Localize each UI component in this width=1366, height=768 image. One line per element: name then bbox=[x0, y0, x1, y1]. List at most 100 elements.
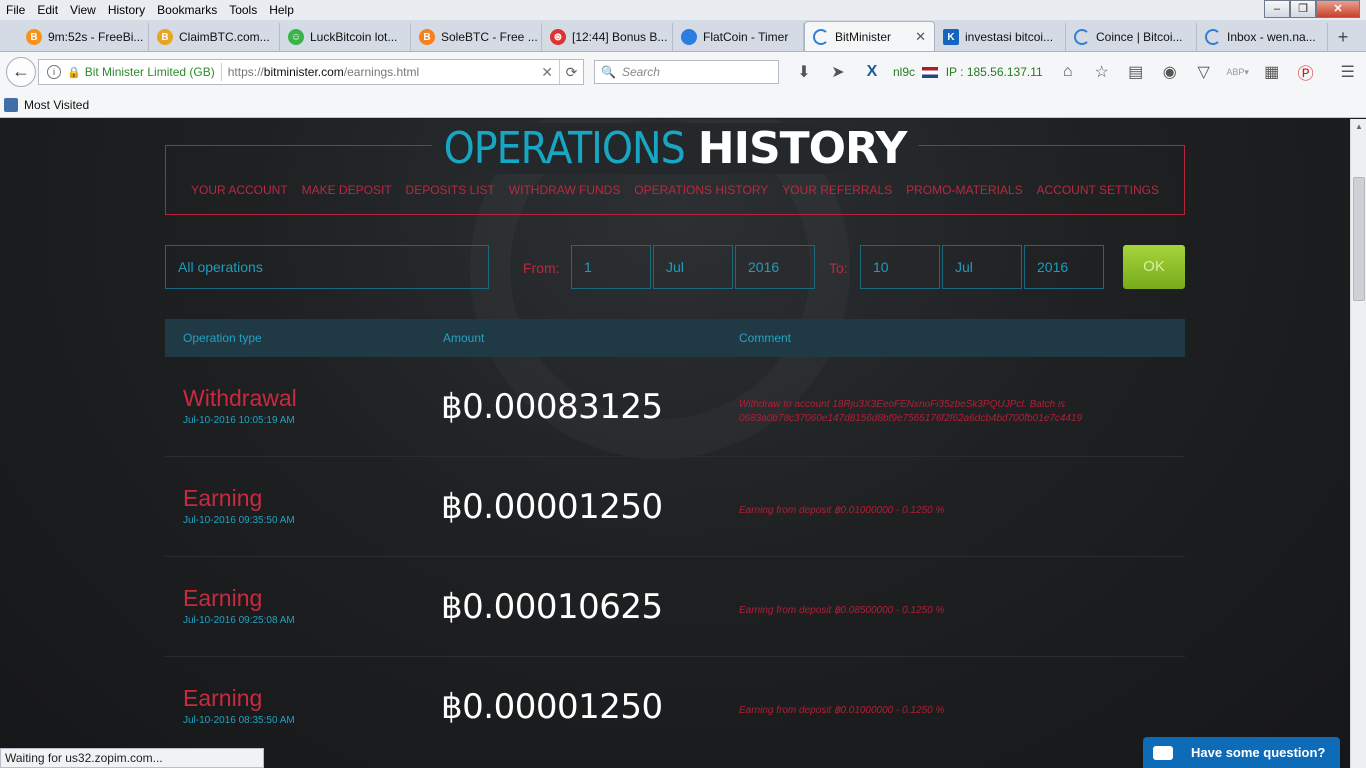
tab-bar: B 9m:52s - FreeBi... B ClaimBTC.com... ☺… bbox=[0, 20, 1366, 52]
chat-widget[interactable]: Have some question? bbox=[1143, 737, 1340, 768]
info-icon[interactable]: i bbox=[47, 65, 61, 79]
from-label: From: bbox=[523, 260, 560, 276]
tab-label: LuckBitcoin lot... bbox=[310, 30, 398, 44]
tab-label: Inbox - wen.na... bbox=[1227, 30, 1316, 44]
operation-comment: Earning from deposit ฿0.08500000 - 0.125… bbox=[739, 605, 945, 616]
bookmarks-bar: Most Visited bbox=[0, 92, 1366, 118]
url-host: bitminister.com bbox=[263, 65, 344, 79]
operation-type: Earning bbox=[183, 585, 263, 611]
table-header: Operation type Amount Comment bbox=[165, 319, 1185, 357]
tab-freebitco[interactable]: B 9m:52s - FreeBi... bbox=[18, 23, 149, 51]
url-path: /earnings.html bbox=[343, 65, 420, 79]
tab-flatcoin[interactable]: FlatCoin - Timer bbox=[673, 23, 804, 51]
tab-bitminister[interactable]: BitMinister ✕ bbox=[804, 21, 935, 51]
menu-history[interactable]: History bbox=[102, 3, 151, 17]
home-icon[interactable]: ⌂ bbox=[1051, 63, 1085, 81]
to-month-select[interactable]: Jul bbox=[942, 245, 1022, 289]
operation-amount: ฿0.00083125 bbox=[441, 387, 663, 427]
nav-your-account[interactable]: YOUR ACCOUNT bbox=[191, 183, 288, 197]
from-year-select[interactable]: 2016 bbox=[735, 245, 815, 289]
minimize-icon[interactable]: – bbox=[1264, 0, 1290, 18]
hamburger-menu-icon[interactable]: ☰ bbox=[1331, 62, 1365, 82]
scrollbar-thumb[interactable] bbox=[1353, 177, 1365, 301]
star-icon[interactable]: ☆ bbox=[1085, 62, 1119, 82]
tab-bonus[interactable]: ⊛ [12:44] Bonus B... bbox=[542, 23, 673, 51]
clear-url-icon[interactable]: ✕ bbox=[541, 64, 553, 81]
adblock-icon[interactable]: ABP▾ bbox=[1221, 67, 1255, 78]
page-scrollbar[interactable]: ▲ bbox=[1350, 119, 1366, 768]
status-bar: Waiting for us32.zopim.com... bbox=[0, 748, 264, 768]
operation-date: Jul-10-2016 10:05:19 AM bbox=[183, 415, 295, 426]
scroll-up-icon[interactable]: ▲ bbox=[1351, 119, 1366, 135]
page-title: OPERATIONS HISTORY bbox=[431, 123, 919, 174]
download-icon[interactable]: ⬇ bbox=[787, 62, 821, 82]
pinterest-icon[interactable]: Ⓟ bbox=[1289, 60, 1323, 84]
loading-icon bbox=[1074, 29, 1090, 45]
from-day-select[interactable]: 1 bbox=[571, 245, 651, 289]
search-input[interactable]: 🔍 Search bbox=[594, 60, 779, 84]
close-tab-icon[interactable]: ✕ bbox=[915, 29, 926, 45]
coin-icon bbox=[681, 29, 697, 45]
separator bbox=[220, 63, 222, 81]
nav-promo-materials[interactable]: PROMO-MATERIALS bbox=[906, 183, 1022, 197]
tab-coince[interactable]: Coince | Bitcoi... bbox=[1066, 23, 1197, 51]
operation-type-select[interactable]: All operations bbox=[165, 245, 489, 289]
tab-solebtc[interactable]: B SoleBTC - Free ... bbox=[411, 23, 542, 51]
site-identity[interactable]: Bit Minister Limited (GB) bbox=[85, 65, 215, 79]
table-row: Earning Jul-10-2016 08:35:50 AM ฿0.00001… bbox=[165, 657, 1185, 757]
bookmark-folder-icon bbox=[4, 97, 18, 112]
restore-icon[interactable]: ❐ bbox=[1290, 0, 1316, 18]
nav-operations-history[interactable]: OPERATIONS HISTORY bbox=[634, 183, 768, 197]
ok-button[interactable]: OK bbox=[1123, 245, 1185, 289]
menu-bookmarks[interactable]: Bookmarks bbox=[151, 3, 223, 17]
search-placeholder: Search bbox=[621, 65, 660, 79]
tab-investasi[interactable]: K investasi bitcoi... bbox=[935, 23, 1066, 51]
chat-bubble-icon[interactable]: ◉ bbox=[1153, 62, 1187, 82]
tab-label: BitMinister bbox=[835, 29, 892, 44]
loading-icon bbox=[1205, 29, 1221, 45]
back-arrow-icon[interactable]: ← bbox=[6, 57, 36, 87]
window-controls: – ❐ ✕ bbox=[1264, 0, 1360, 18]
operation-date: Jul-10-2016 09:25:08 AM bbox=[183, 615, 295, 626]
operation-comment: Earning from deposit ฿0.01000000 - 0.125… bbox=[739, 505, 945, 516]
menu-tools[interactable]: Tools bbox=[223, 3, 263, 17]
nav-withdraw-funds[interactable]: WITHDRAW FUNDS bbox=[509, 183, 621, 197]
most-visited-bookmark[interactable]: Most Visited bbox=[24, 98, 89, 112]
ip-extension[interactable]: nl9c IP : 185.56.137.11 bbox=[893, 65, 1043, 79]
operation-amount: ฿0.00001250 bbox=[441, 487, 663, 527]
tab-claimbtc[interactable]: B ClaimBTC.com... bbox=[149, 23, 280, 51]
netherlands-flag-icon bbox=[922, 67, 939, 79]
menu-help[interactable]: Help bbox=[263, 3, 300, 17]
header-amount: Amount bbox=[443, 331, 485, 345]
pocket-icon[interactable]: ▽ bbox=[1187, 62, 1221, 82]
from-month-select[interactable]: Jul bbox=[653, 245, 733, 289]
nav-account-settings[interactable]: ACCOUNT SETTINGS bbox=[1037, 183, 1159, 197]
url-bar[interactable]: i 🔒 Bit Minister Limited (GB) https:// b… bbox=[38, 59, 584, 85]
image-icon[interactable]: ▦ bbox=[1255, 62, 1289, 82]
reading-list-icon[interactable]: ▤ bbox=[1119, 62, 1153, 82]
nav-deposits-list[interactable]: DEPOSITS LIST bbox=[406, 183, 495, 197]
nl-label: nl9c bbox=[893, 65, 916, 79]
send-icon[interactable]: ➤ bbox=[821, 62, 855, 82]
url-protocol: https:// bbox=[227, 65, 264, 79]
nav-make-deposit[interactable]: MAKE DEPOSIT bbox=[302, 183, 392, 197]
to-day-select[interactable]: 10 bbox=[860, 245, 940, 289]
menu-view[interactable]: View bbox=[64, 3, 102, 17]
tab-inbox[interactable]: Inbox - wen.na... bbox=[1197, 23, 1328, 51]
close-window-icon[interactable]: ✕ bbox=[1316, 0, 1360, 18]
reload-icon[interactable]: ⟳ bbox=[559, 60, 583, 84]
x-extension-icon[interactable]: X bbox=[855, 63, 889, 81]
lock-icon[interactable]: 🔒 bbox=[67, 66, 81, 79]
page-title-light: OPERATIONS bbox=[443, 123, 686, 174]
page-content: OPERATIONS HISTORY YOUR ACCOUNT MAKE DEP… bbox=[0, 119, 1350, 768]
tab-luckbitcoin[interactable]: ☺ LuckBitcoin lot... bbox=[280, 23, 411, 51]
operation-type: Earning bbox=[183, 485, 263, 511]
nav-your-referrals[interactable]: YOUR REFERRALS bbox=[782, 183, 892, 197]
menu-file[interactable]: File bbox=[0, 3, 31, 17]
menu-edit[interactable]: Edit bbox=[31, 3, 64, 17]
to-year-select[interactable]: 2016 bbox=[1024, 245, 1104, 289]
operation-amount: ฿0.00001250 bbox=[441, 687, 663, 727]
smiley-icon: ☺ bbox=[288, 29, 304, 45]
menu-bar: File Edit View History Bookmarks Tools H… bbox=[0, 0, 1366, 20]
new-tab-icon[interactable]: + bbox=[1328, 23, 1358, 51]
